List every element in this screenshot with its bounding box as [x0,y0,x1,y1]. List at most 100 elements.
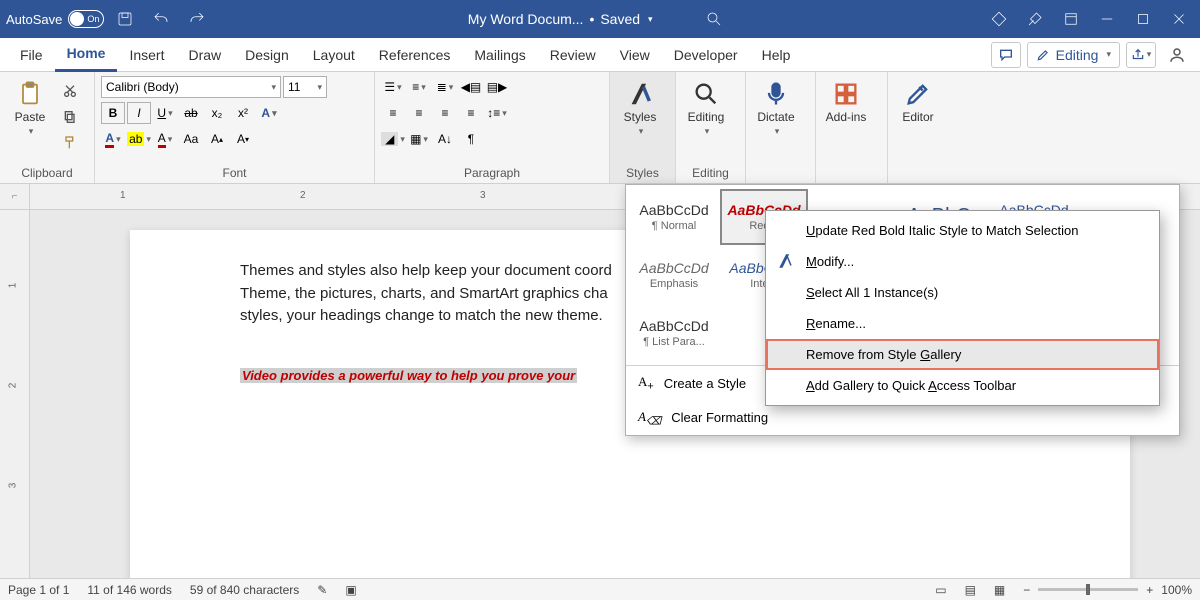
font-name-combo[interactable]: Calibri (Body)▾ [101,76,281,98]
align-right-button[interactable]: ≡ [433,102,457,124]
char-count[interactable]: 59 of 840 characters [190,583,299,597]
menu-select-all[interactable]: Select Select All 1 Instance(s)All 1 Ins… [766,277,1159,308]
shrink-font-button[interactable]: A▾ [231,128,255,150]
editor-button[interactable]: Editor [894,76,942,124]
page-indicator[interactable]: Page 1 of 1 [8,583,69,597]
underline-button[interactable]: U▾ [153,102,177,124]
line-spacing-button[interactable]: ↕≡▾ [485,102,509,124]
ribbon-tabs: File Home Insert Draw Design Layout Refe… [0,38,1200,72]
align-left-button[interactable]: ≡ [381,102,405,124]
statusbar: Page 1 of 1 11 of 146 words 59 of 840 ch… [0,578,1200,600]
tab-insert[interactable]: Insert [117,38,176,72]
numbering-button[interactable]: ≡▾ [407,76,431,98]
word-count[interactable]: 11 of 146 words [87,583,172,597]
style-context-menu: Update Red Bold Italic Style to Match Se… [765,210,1160,406]
style-cell-Emphasis[interactable]: AaBbCcDdEmphasis [630,247,718,303]
tab-developer[interactable]: Developer [662,38,750,72]
change-case-button[interactable]: Aa [179,128,203,150]
search-icon[interactable] [699,4,729,34]
tab-mailings[interactable]: Mailings [462,38,537,72]
print-layout-icon[interactable]: ▤ [965,583,976,597]
group-paragraph: ☰▾ ≡▾ ≣▾ ◀▤ ▤▶ ≡ ≡ ≡ ≡ ↕≡▾ ◢▾ ▦▾ A↓ ¶ Pa… [375,72,610,183]
sort-button[interactable]: A↓ [433,128,457,150]
tab-layout[interactable]: Layout [301,38,367,72]
vertical-ruler: 1 2 3 [0,210,30,578]
increase-indent-button[interactable]: ▤▶ [485,76,509,98]
grow-font-button[interactable]: A▴ [205,128,229,150]
minimize-icon[interactable] [1092,4,1122,34]
font-color-button[interactable]: A▾ [101,128,125,150]
zoom-value: 100% [1161,583,1192,597]
addins-button[interactable]: Add-ins [822,76,870,124]
menu-update-style[interactable]: Update Red Bold Italic Style to Match Se… [766,215,1159,246]
brush-icon[interactable] [1020,4,1050,34]
copy-icon[interactable] [58,106,82,128]
window-icon[interactable] [1056,4,1086,34]
group-addins: Add-ins [816,72,888,183]
strikethrough-button[interactable]: ab [179,102,203,124]
font-size-combo[interactable]: 11▾ [283,76,327,98]
superscript-button[interactable]: x² [231,102,255,124]
tab-file[interactable]: File [8,38,55,72]
align-center-button[interactable]: ≡ [407,102,431,124]
italic-button[interactable]: I [127,102,151,124]
clipboard-label: Clipboard [6,163,88,183]
autosave-label: AutoSave [6,12,62,27]
menu-add-to-qat[interactable]: Add Gallery to Quick Access Toolbar [766,370,1159,401]
undo-icon[interactable] [146,4,176,34]
borders-button[interactable]: ▦▾ [407,128,431,150]
multilevel-button[interactable]: ≣▾ [433,76,457,98]
show-marks-button[interactable]: ¶ [459,128,483,150]
ribbon: Paste▾ Clipboard Calibri (Body)▾ 11▾ B I… [0,72,1200,184]
bullets-button[interactable]: ☰▾ [381,76,405,98]
tab-home[interactable]: Home [55,38,118,72]
paste-button[interactable]: Paste▾ [6,76,54,137]
diamond-icon[interactable] [984,4,1014,34]
bold-button[interactable]: B [101,102,125,124]
text-effects-button[interactable]: A▾ [257,102,281,124]
tab-references[interactable]: References [367,38,463,72]
menu-modify[interactable]: Modify... [766,246,1159,277]
font-color2-button[interactable]: A▾ [153,128,177,150]
close-icon[interactable] [1164,4,1194,34]
letter-a-icon: A+ [638,374,654,393]
account-icon[interactable] [1162,42,1192,68]
style-cell-¶ Normal[interactable]: AaBbCcDd¶ Normal [630,189,718,245]
group-dictate: Dictate▾ [746,72,816,183]
tab-design[interactable]: Design [233,38,301,72]
web-layout-icon[interactable]: ▦ [994,583,1005,597]
dictate-button[interactable]: Dictate▾ [752,76,800,137]
tab-view[interactable]: View [608,38,662,72]
editing-button[interactable]: Editing▾ [682,76,730,137]
tab-review[interactable]: Review [538,38,608,72]
redo-icon[interactable] [182,4,212,34]
menu-remove-from-gallery[interactable]: Remove from Style Gallery [766,339,1159,370]
zoom-slider[interactable]: −+ 100% [1023,583,1192,597]
editing-mode-button[interactable]: Editing▾ [1027,42,1120,68]
menu-rename[interactable]: Rename... [766,308,1159,339]
shading-button[interactable]: ◢▾ [381,128,405,150]
focus-mode-icon[interactable]: ▭ [935,583,946,597]
accessibility-icon[interactable]: ▣ [345,583,356,597]
style-cell-¶ List Para...[interactable]: AaBbCcDd¶ List Para... [630,305,718,361]
styles-button[interactable]: Styles▾ [616,76,664,137]
highlight-button[interactable]: ab▾ [127,128,151,150]
group-clipboard: Paste▾ Clipboard [0,72,95,183]
autosave-toggle[interactable]: AutoSave On [6,10,104,28]
group-styles: Styles▾ Styles [610,72,676,183]
spellcheck-icon[interactable]: ✎ [317,583,327,597]
comments-button[interactable] [991,42,1021,68]
format-painter-icon[interactable] [58,132,82,154]
justify-button[interactable]: ≡ [459,102,483,124]
share-button[interactable]: ▾ [1126,42,1156,68]
maximize-icon[interactable] [1128,4,1158,34]
tab-help[interactable]: Help [750,38,803,72]
selected-text[interactable]: Video provides a powerful way to help yo… [240,368,577,383]
save-icon[interactable] [110,4,140,34]
cut-icon[interactable] [58,80,82,102]
decrease-indent-button[interactable]: ◀▤ [459,76,483,98]
eraser-icon: A⌫ [638,409,661,428]
subscript-button[interactable]: x₂ [205,102,229,124]
tab-draw[interactable]: Draw [176,38,233,72]
group-editor: Editor [888,72,954,183]
